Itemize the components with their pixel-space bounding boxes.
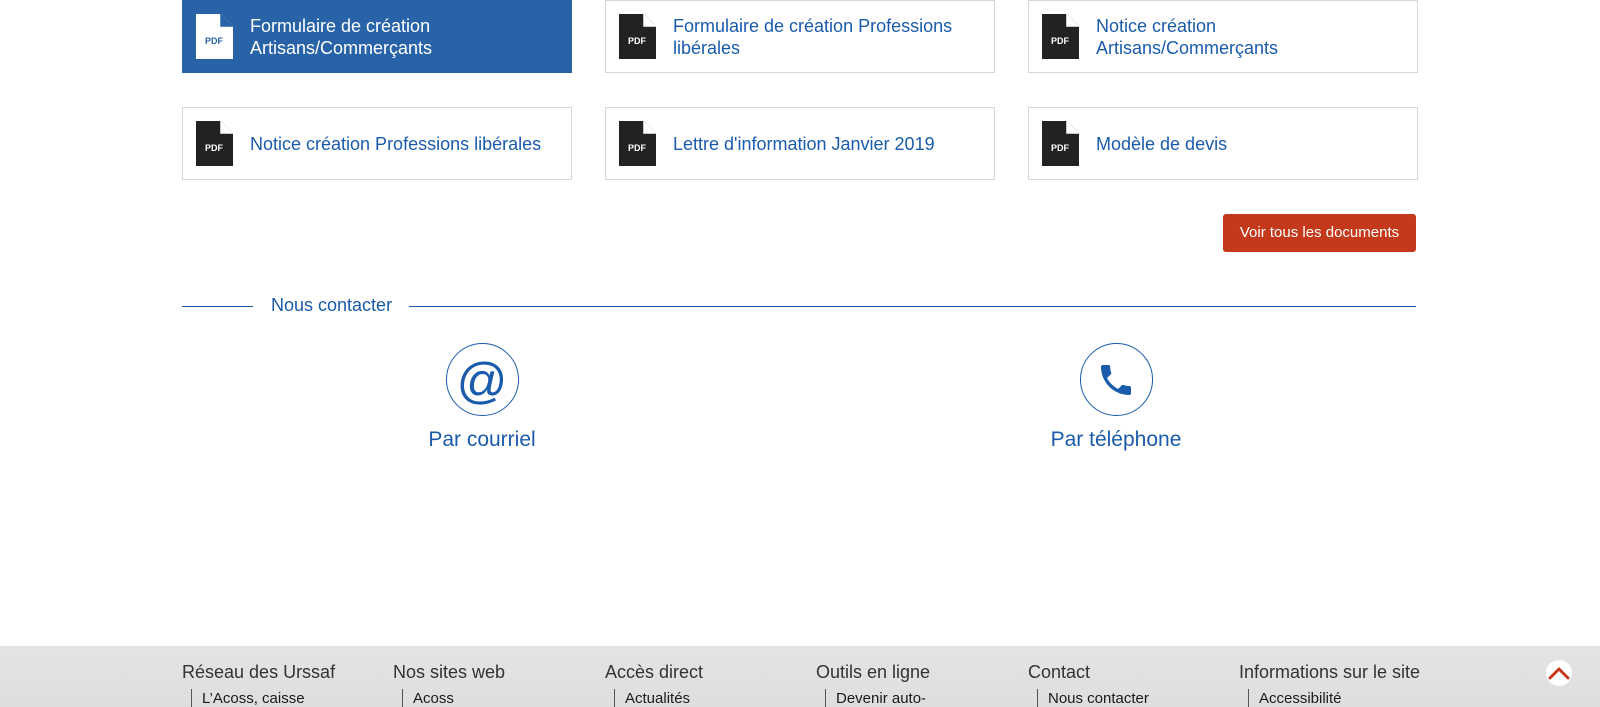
footer-link[interactable]: L’Acoss, caisse <box>191 689 335 707</box>
document-card[interactable]: PDF Notice création Professions libérale… <box>182 107 572 180</box>
footer-heading: Contact <box>1028 662 1091 682</box>
contact-by-email[interactable]: @ Par courriel <box>372 343 592 452</box>
pdf-icon: PDF <box>1042 14 1079 59</box>
document-label: Notice création Professions libérales <box>250 133 542 154</box>
contact-by-phone[interactable]: Par téléphone <box>1006 343 1226 452</box>
see-all-documents-button[interactable]: Voir tous les documents <box>1223 214 1416 252</box>
footer-link[interactable]: Actualités <box>614 689 703 707</box>
document-label: Formulaire de création Artisans/Commerça… <box>250 15 433 58</box>
document-card[interactable]: PDF Modèle de devis <box>1028 107 1418 180</box>
svg-text:PDF: PDF <box>628 36 647 46</box>
section-divider <box>409 306 1416 307</box>
footer-column-contact: Contact Nous contacter <box>1028 661 1149 707</box>
svg-text:PDF: PDF <box>1051 36 1070 46</box>
contact-section-title: Nous contacter <box>271 295 393 315</box>
contact-phone-label: Par téléphone <box>1050 428 1182 451</box>
footer-link[interactable]: Accessibilité <box>1248 689 1420 707</box>
svg-text:@: @ <box>457 354 508 406</box>
document-label: Formulaire de création Professions libér… <box>673 15 953 58</box>
document-card[interactable]: PDF Lettre d'information Janvier 2019 <box>605 107 995 180</box>
phone-icon <box>1079 343 1153 416</box>
footer-heading: Outils en ligne <box>816 662 931 682</box>
footer-heading: Accès direct <box>605 662 704 682</box>
footer-heading: Nos sites web <box>393 662 506 682</box>
svg-text:PDF: PDF <box>205 143 224 153</box>
svg-text:PDF: PDF <box>205 36 224 46</box>
svg-text:PDF: PDF <box>628 143 647 153</box>
footer-link[interactable]: Acoss <box>402 689 505 707</box>
document-label: Modèle de devis <box>1096 133 1228 154</box>
pdf-icon: PDF <box>196 14 233 59</box>
footer-column-direct-access: Accès direct Actualités <box>605 661 703 707</box>
site-footer: Réseau des Urssaf L’Acoss, caisse Nos si… <box>0 646 1600 707</box>
pdf-icon: PDF <box>196 121 233 166</box>
document-card[interactable]: PDF Formulaire de création Professions l… <box>605 0 995 73</box>
footer-column-websites: Nos sites web Acoss <box>393 661 505 707</box>
footer-column-online-tools: Outils en ligne Devenir auto- <box>816 661 930 707</box>
document-card[interactable]: PDF Formulaire de création Artisans/Comm… <box>182 0 572 73</box>
document-label: Lettre d'information Janvier 2019 <box>673 133 935 154</box>
footer-heading: Informations sur le site <box>1239 662 1421 682</box>
document-card[interactable]: PDF Notice création Artisans/Commerçants <box>1028 0 1418 73</box>
pdf-icon: PDF <box>619 14 656 59</box>
document-label: Notice création Artisans/Commerçants <box>1096 15 1279 58</box>
svg-text:PDF: PDF <box>1051 143 1070 153</box>
footer-link[interactable]: Nous contacter <box>1037 689 1149 707</box>
at-sign-icon: @ <box>445 343 519 416</box>
footer-heading: Réseau des Urssaf <box>182 662 336 682</box>
contact-email-label: Par courriel <box>428 428 536 451</box>
pdf-icon: PDF <box>619 121 656 166</box>
chevron-up-icon <box>1548 667 1570 680</box>
back-to-top-button[interactable] <box>1546 660 1572 686</box>
footer-column-network: Réseau des Urssaf L’Acoss, caisse <box>182 661 335 707</box>
footer-link[interactable]: Devenir auto- <box>825 689 930 707</box>
section-divider <box>182 306 253 307</box>
footer-column-site-info: Informations sur le site Accessibilité <box>1239 661 1420 707</box>
pdf-icon: PDF <box>1042 121 1079 166</box>
